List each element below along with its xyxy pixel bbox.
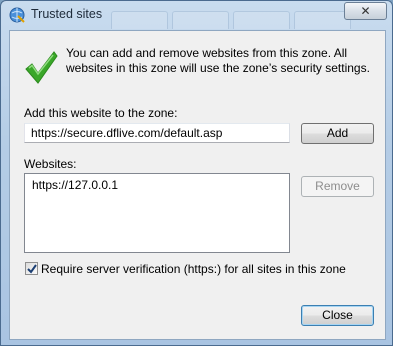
background-tab bbox=[294, 11, 351, 29]
websites-label: Websites: bbox=[24, 157, 77, 171]
title-bar: Trusted sites ✕ bbox=[1, 1, 392, 29]
websites-list[interactable]: https://127.0.0.1 bbox=[24, 173, 290, 253]
zone-description: You can add and remove websites from thi… bbox=[66, 46, 370, 75]
trusted-sites-dialog: Trusted sites ✕ You can add and remove w… bbox=[0, 0, 393, 346]
add-button[interactable]: Add bbox=[301, 123, 374, 144]
background-tabs bbox=[111, 11, 351, 29]
add-website-input[interactable]: https://secure.dflive.com/default.asp bbox=[24, 123, 290, 143]
add-website-label: Add this website to the zone: bbox=[24, 106, 178, 120]
require-verification-checkbox[interactable] bbox=[25, 262, 38, 275]
window-close-button[interactable]: ✕ bbox=[344, 2, 387, 20]
list-item[interactable]: https://127.0.0.1 bbox=[32, 177, 282, 193]
background-tab bbox=[172, 11, 229, 29]
close-button[interactable]: Close bbox=[301, 305, 374, 326]
window-title: Trusted sites bbox=[31, 7, 103, 21]
remove-button[interactable]: Remove bbox=[301, 176, 374, 197]
dialog-body: You can add and remove websites from thi… bbox=[9, 30, 386, 340]
background-tab bbox=[111, 11, 168, 29]
internet-options-icon bbox=[9, 7, 25, 23]
green-checkmark-icon bbox=[25, 51, 58, 84]
require-verification-label[interactable]: Require server verification (https:) for… bbox=[41, 262, 346, 276]
checkmark-icon bbox=[27, 264, 37, 274]
background-tab bbox=[233, 11, 290, 29]
